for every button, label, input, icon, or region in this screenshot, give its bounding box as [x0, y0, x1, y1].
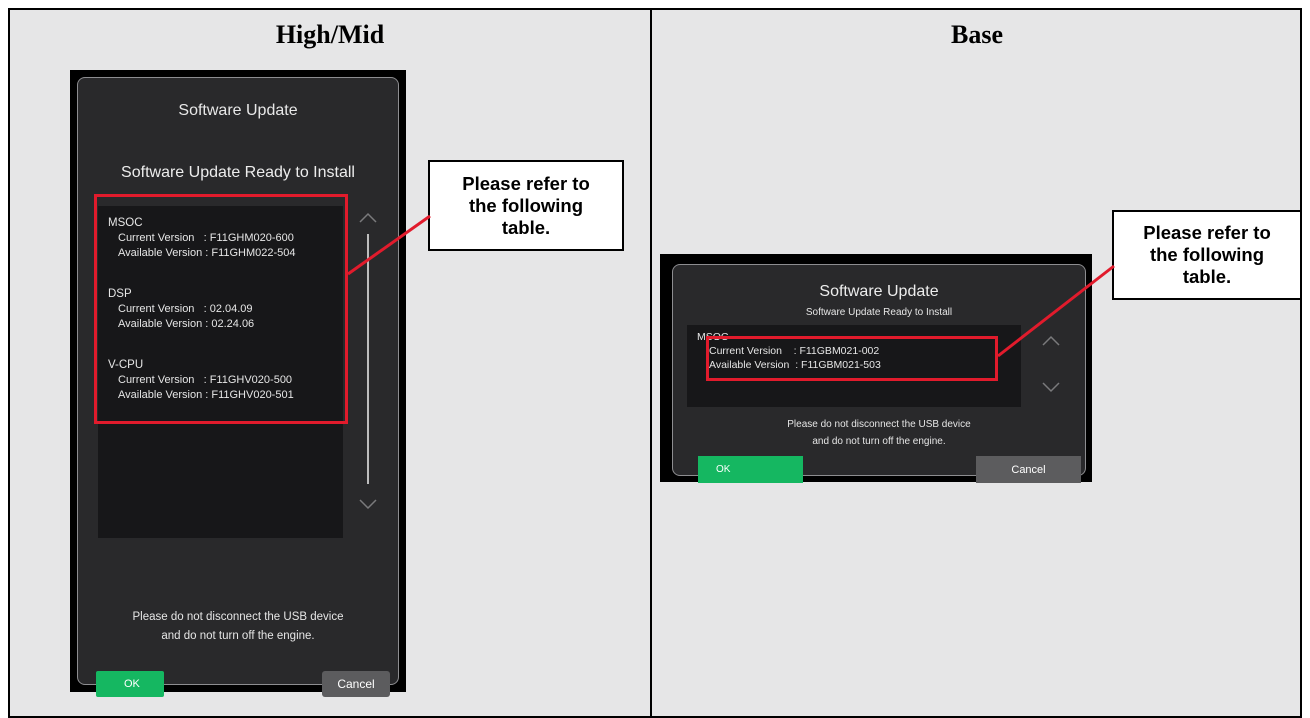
callout-line-1: Please refer to: [1143, 222, 1271, 243]
notice-line-1: Please do not disconnect the USB device: [132, 611, 344, 623]
callout-line-1: Please refer to: [462, 172, 590, 194]
dialog-subtitle: Software Update Ready to Install: [121, 164, 355, 181]
usb-notice: Please do not disconnect the USB device …: [78, 608, 398, 646]
cancel-button[interactable]: Cancel: [322, 671, 390, 697]
chevron-up-icon[interactable]: [1041, 333, 1061, 347]
callout-line-3: table.: [1182, 266, 1232, 287]
dialog-title: Software Update: [178, 102, 298, 119]
scrollbar[interactable]: [354, 208, 382, 510]
notice-line-1: Please do not disconnect the USB device: [787, 419, 971, 430]
callout-line-3: table.: [501, 216, 551, 238]
high-mid-callout: Please refer to the following table.: [428, 160, 624, 251]
dialog-subtitle: Software Update Ready to Install: [805, 307, 953, 318]
high-mid-highlight-box: [94, 194, 348, 424]
usb-notice: Please do not disconnect the USB device …: [673, 416, 1085, 450]
chevron-down-icon[interactable]: [358, 498, 378, 512]
notice-line-2: and do not turn off the engine.: [161, 630, 315, 642]
notice-line-2: and do not turn off the engine.: [812, 436, 946, 447]
base-highlight-box: [706, 336, 998, 381]
column-title-high-mid: High/Mid: [275, 20, 385, 49]
dialog-title: Software Update: [819, 283, 939, 300]
column-divider: [650, 10, 652, 716]
callout-line-2: the following: [1149, 244, 1265, 265]
scrollbar[interactable]: [1039, 331, 1063, 401]
cancel-button[interactable]: Cancel: [976, 456, 1081, 483]
column-title-base: Base: [951, 20, 1003, 49]
callout-line-2: the following: [468, 194, 584, 216]
ok-button[interactable]: OK: [698, 456, 803, 483]
ok-button[interactable]: OK: [96, 671, 164, 697]
comparison-table: High/Mid Base Software Update Software U…: [8, 8, 1302, 718]
chevron-down-icon[interactable]: [1041, 381, 1061, 395]
base-callout: Please refer to the following table.: [1112, 210, 1302, 300]
chevron-up-icon[interactable]: [358, 210, 378, 224]
scroll-track[interactable]: [367, 234, 369, 484]
